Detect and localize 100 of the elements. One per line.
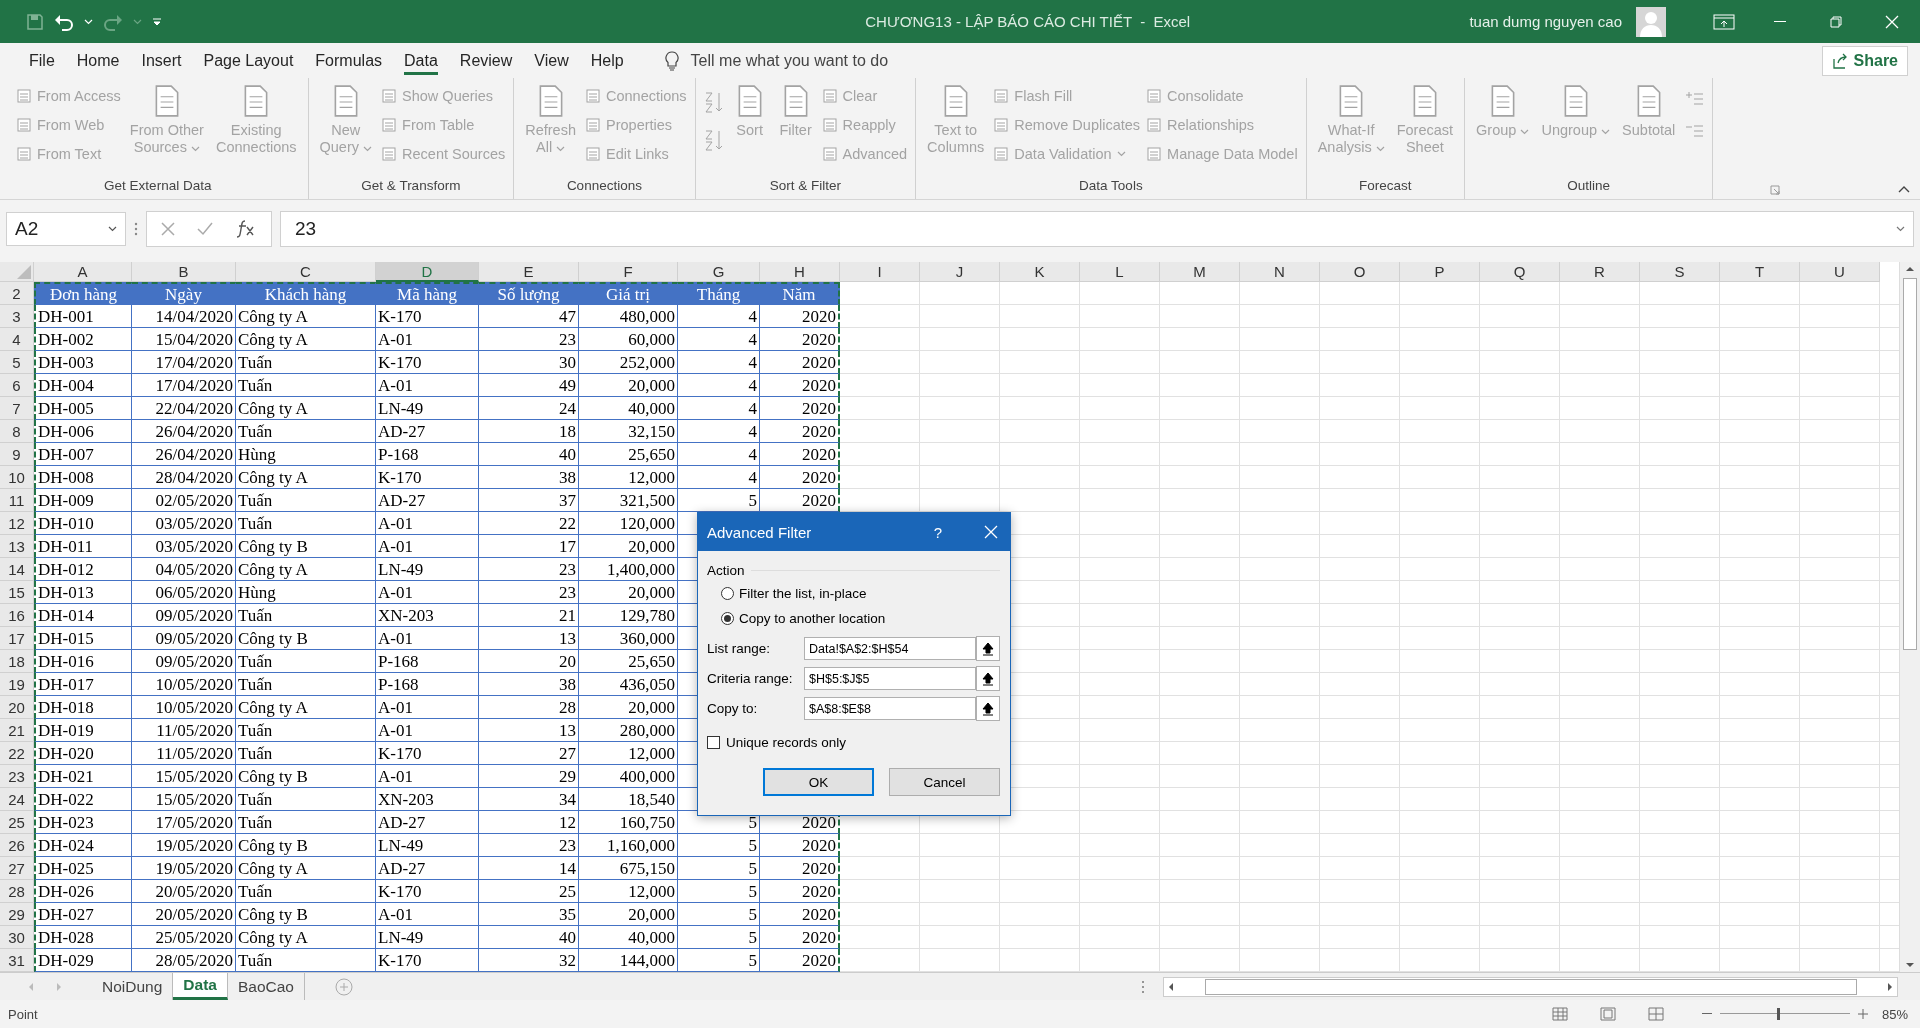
menu-tab[interactable]: File xyxy=(18,43,66,78)
row-number[interactable]: 22 xyxy=(0,742,34,765)
row-number[interactable]: 20 xyxy=(0,696,34,719)
row-number[interactable]: 16 xyxy=(0,604,34,627)
row-number[interactable]: 9 xyxy=(0,443,34,466)
row-number[interactable]: 25 xyxy=(0,811,34,834)
menu-tab[interactable]: Page Layout xyxy=(192,43,305,78)
row-number[interactable]: 5 xyxy=(0,351,34,374)
column-heading[interactable]: J xyxy=(920,262,1000,282)
row-number[interactable]: 14 xyxy=(0,558,34,581)
row-number[interactable]: 2 xyxy=(0,282,34,305)
column-heading[interactable]: K xyxy=(1000,262,1080,282)
scroll-down-icon[interactable] xyxy=(1905,962,1915,968)
column-heading[interactable]: S xyxy=(1640,262,1720,282)
row-number[interactable]: 26 xyxy=(0,834,34,857)
sheet-tab[interactable]: Data xyxy=(173,973,228,1000)
row-number[interactable]: 10 xyxy=(0,466,34,489)
row-number[interactable]: 6 xyxy=(0,374,34,397)
column-heading[interactable]: R xyxy=(1560,262,1640,282)
save-icon[interactable] xyxy=(26,12,44,31)
dialog-launcher-icon[interactable] xyxy=(1770,185,1780,195)
close-icon[interactable] xyxy=(984,525,998,539)
row-number[interactable]: 30 xyxy=(0,926,34,949)
zoom-slider-thumb[interactable] xyxy=(1777,1008,1781,1020)
row-number[interactable]: 12 xyxy=(0,512,34,535)
column-heading[interactable]: B xyxy=(132,262,236,282)
row-number[interactable]: 3 xyxy=(0,305,34,328)
column-heading[interactable]: N xyxy=(1240,262,1320,282)
row-number[interactable]: 31 xyxy=(0,949,34,972)
radio-label[interactable]: Copy to another location xyxy=(739,611,886,626)
minimize-icon[interactable] xyxy=(1774,20,1786,23)
name-box[interactable]: A2 xyxy=(6,212,126,246)
page-break-icon[interactable] xyxy=(1647,1007,1664,1021)
column-heading[interactable]: O xyxy=(1320,262,1400,282)
menu-tab[interactable]: Data xyxy=(393,43,449,78)
splitter-icon[interactable] xyxy=(1141,979,1145,994)
enter-check-icon[interactable] xyxy=(197,222,213,236)
radio-label[interactable]: Filter the list, in-place xyxy=(739,586,867,601)
radio-button[interactable] xyxy=(721,587,734,600)
column-heading[interactable]: Q xyxy=(1480,262,1560,282)
scroll-right-icon[interactable] xyxy=(1887,981,1893,992)
menu-tab[interactable]: Formulas xyxy=(304,43,394,78)
column-heading[interactable]: D xyxy=(376,262,479,282)
menu-tab[interactable]: Home xyxy=(65,43,131,78)
column-heading[interactable]: U xyxy=(1800,262,1880,282)
column-heading[interactable]: H xyxy=(760,262,840,282)
zoom-in-icon[interactable] xyxy=(1857,1009,1868,1019)
ribbon-display-options-icon[interactable] xyxy=(1713,13,1735,30)
scrollbar-thumb[interactable] xyxy=(1903,278,1917,650)
menu-tab[interactable]: Review xyxy=(448,43,524,78)
horizontal-scrollbar[interactable] xyxy=(1163,976,1898,997)
column-heading[interactable]: M xyxy=(1160,262,1240,282)
row-number[interactable]: 23 xyxy=(0,765,34,788)
column-heading[interactable]: E xyxy=(479,262,579,282)
column-heading[interactable]: I xyxy=(840,262,920,282)
column-heading[interactable]: C xyxy=(236,262,376,282)
collapse-dialog-button[interactable] xyxy=(976,696,1000,721)
redo-icon[interactable] xyxy=(103,12,123,31)
range-input[interactable]: $A$8:$E$8 xyxy=(804,697,976,720)
row-number[interactable]: 13 xyxy=(0,535,34,558)
row-number[interactable]: 7 xyxy=(0,397,34,420)
row-number[interactable]: 4 xyxy=(0,328,34,351)
formula-input[interactable]: 23 xyxy=(280,211,1914,247)
dialog-button[interactable]: Cancel xyxy=(889,768,1000,796)
row-number[interactable]: 15 xyxy=(0,581,34,604)
range-input[interactable]: Data!$A$2:$H$54 xyxy=(804,637,976,660)
cancel-icon[interactable] xyxy=(161,222,175,236)
row-number[interactable]: 17 xyxy=(0,627,34,650)
checkbox-label[interactable]: Unique records only xyxy=(726,735,847,750)
row-number[interactable]: 27 xyxy=(0,857,34,880)
row-number[interactable]: 21 xyxy=(0,719,34,742)
normal-view-icon[interactable] xyxy=(1551,1007,1568,1021)
range-input[interactable]: $H$5:$J$5 xyxy=(804,667,976,690)
collapse-dialog-button[interactable] xyxy=(976,636,1000,661)
column-heading[interactable]: G xyxy=(678,262,760,282)
column-heading[interactable]: T xyxy=(1720,262,1800,282)
menu-tab[interactable]: Help xyxy=(579,43,635,78)
close-icon[interactable] xyxy=(1885,14,1899,29)
radio-button[interactable] xyxy=(721,612,734,625)
column-heading[interactable]: A xyxy=(34,262,132,282)
dialog-button[interactable]: OK xyxy=(763,768,874,796)
row-number[interactable]: 28 xyxy=(0,880,34,903)
restore-icon[interactable] xyxy=(1830,15,1842,28)
tell-me-search[interactable]: Tell me what you want to do xyxy=(690,51,889,70)
column-heading[interactable]: L xyxy=(1080,262,1160,282)
row-number[interactable]: 11 xyxy=(0,489,34,512)
customize-toolbar-icon[interactable] xyxy=(152,16,162,27)
menu-tab[interactable]: View xyxy=(523,43,580,78)
row-number[interactable]: 19 xyxy=(0,673,34,696)
row-number[interactable]: 29 xyxy=(0,903,34,926)
row-number[interactable]: 24 xyxy=(0,788,34,811)
share-button[interactable]: Share xyxy=(1821,45,1908,76)
collapse-ribbon-icon[interactable] xyxy=(1898,185,1910,193)
menu-tab[interactable]: Insert xyxy=(130,43,193,78)
help-button[interactable]: ? xyxy=(927,522,948,542)
column-heading[interactable]: P xyxy=(1400,262,1480,282)
scroll-up-icon[interactable] xyxy=(1905,266,1915,272)
collapse-dialog-button[interactable] xyxy=(976,666,1000,691)
checkbox[interactable] xyxy=(707,736,720,749)
row-number[interactable]: 18 xyxy=(0,650,34,673)
